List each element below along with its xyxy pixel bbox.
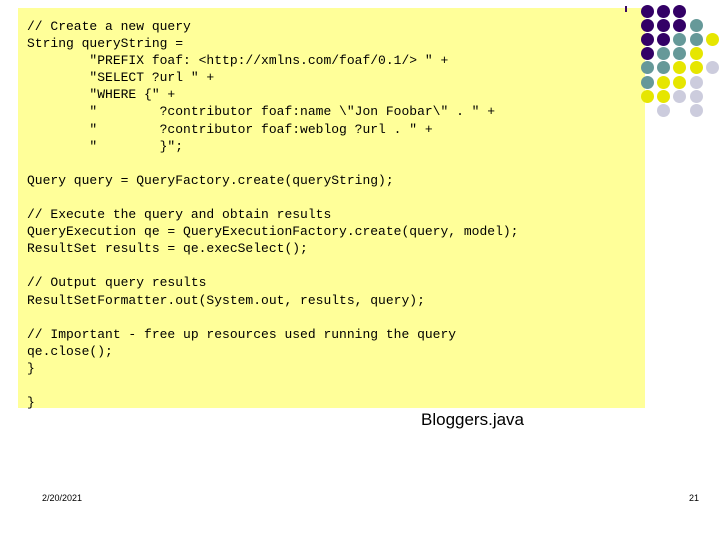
- dot-purple: [657, 19, 671, 33]
- dot-lavender: [705, 61, 719, 75]
- dot-teal: [641, 75, 654, 89]
- dot-teal: [689, 19, 703, 33]
- dot-lavender: [689, 103, 703, 117]
- dot-yellow: [657, 89, 671, 103]
- dot-lavender: [673, 89, 687, 103]
- dot-yellow: [689, 47, 703, 61]
- dot-teal: [689, 33, 703, 47]
- code-listing-block: // Create a new query String queryString…: [18, 8, 645, 411]
- dot-yellow: [641, 89, 654, 103]
- footer-page-number: 21: [689, 493, 700, 503]
- dot-purple: [641, 19, 654, 33]
- dot-teal: [673, 47, 687, 61]
- dot-purple: [641, 33, 654, 47]
- dot-purple: [673, 19, 687, 33]
- dot-teal: [657, 61, 671, 75]
- dot-lavender: [689, 75, 703, 89]
- dot-yellow: [673, 75, 687, 89]
- tick-mark-icon: [625, 6, 627, 12]
- dot-grid-decoration-icon: [641, 5, 720, 117]
- dot-purple: [641, 5, 654, 18]
- dot-teal: [641, 61, 654, 75]
- dot-teal: [657, 47, 671, 61]
- dot-teal: [673, 33, 687, 47]
- dot-yellow: [689, 61, 703, 75]
- dot-yellow: [657, 75, 671, 89]
- footer-date: 2/20/2021: [42, 493, 83, 503]
- slide-canvas: // Create a new query String queryString…: [0, 0, 720, 540]
- dot-purple: [657, 33, 671, 47]
- dot-purple: [641, 47, 654, 61]
- dot-purple: [657, 5, 671, 18]
- code-listing-text: // Create a new query String queryString…: [27, 19, 519, 411]
- dot-yellow: [705, 33, 719, 47]
- dot-lavender: [689, 89, 703, 103]
- code-listing-caption: Bloggers.java: [421, 410, 525, 429]
- dot-yellow: [673, 61, 687, 75]
- dot-purple: [673, 5, 687, 18]
- dot-lavender: [657, 103, 671, 117]
